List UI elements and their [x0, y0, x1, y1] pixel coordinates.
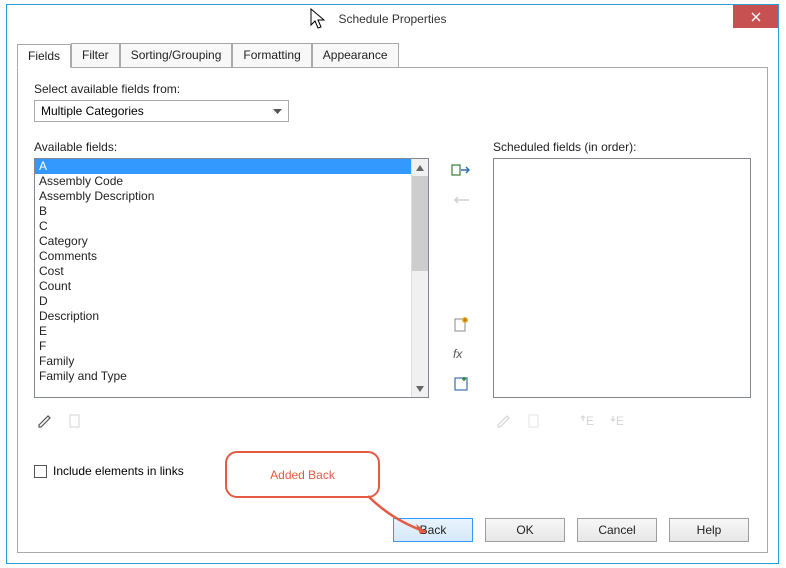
list-item[interactable]: Count	[35, 279, 411, 294]
select-from-label: Select available fields from:	[34, 82, 751, 96]
edit-scheduled-button[interactable]	[493, 410, 515, 432]
help-button[interactable]: Help	[669, 518, 749, 542]
tab-label: Fields	[28, 49, 60, 63]
tab-strip: Fields Filter Sorting/Grouping Formattin…	[17, 43, 768, 67]
back-button[interactable]: Back	[393, 518, 473, 542]
tab-label: Formatting	[243, 48, 300, 62]
tab-label: Filter	[82, 48, 109, 62]
delete-scheduled-button[interactable]	[523, 410, 545, 432]
list-item[interactable]: Assembly Code	[35, 174, 411, 189]
client-area: Fields Filter Sorting/Grouping Formattin…	[7, 33, 778, 563]
dropdown-value: Multiple Categories	[41, 104, 144, 118]
tab-label: Appearance	[323, 48, 388, 62]
move-up-icon: E	[578, 413, 594, 429]
button-label: Back	[420, 523, 447, 537]
available-under-icons	[34, 398, 429, 432]
edit-button[interactable]	[34, 410, 56, 432]
delete-button[interactable]	[64, 410, 86, 432]
new-parameter-button[interactable]	[449, 312, 473, 336]
button-label: OK	[516, 523, 533, 537]
list-item[interactable]: F	[35, 339, 411, 354]
tab-formatting[interactable]: Formatting	[232, 43, 311, 67]
scroll-down-button[interactable]	[412, 380, 428, 397]
svg-text:fx: fx	[453, 347, 463, 361]
dialog-buttons: Back OK Cancel Help	[393, 518, 749, 542]
list-item[interactable]: E	[35, 324, 411, 339]
list-item[interactable]: Description	[35, 309, 411, 324]
button-label: Cancel	[598, 523, 635, 537]
scroll-thumb[interactable]	[412, 176, 428, 271]
available-column: Available fields: AAssembly CodeAssembly…	[34, 140, 429, 542]
select-from-dropdown[interactable]: Multiple Categories	[34, 100, 289, 122]
ok-button[interactable]: OK	[485, 518, 565, 542]
move-down-button[interactable]: E	[605, 410, 627, 432]
dialog-window: Schedule Properties Fields Filter Sortin…	[6, 4, 779, 564]
cursor-icon	[310, 8, 328, 32]
list-item[interactable]: Family	[35, 354, 411, 369]
window-title: Schedule Properties	[338, 12, 446, 26]
include-links-checkbox[interactable]	[34, 465, 47, 478]
list-item[interactable]: Family and Type	[35, 369, 411, 384]
cancel-button[interactable]: Cancel	[577, 518, 657, 542]
new-parameter-icon	[453, 316, 469, 332]
close-icon	[751, 12, 761, 22]
scheduled-fields-listbox[interactable]	[493, 158, 751, 398]
move-down-icon: E	[608, 413, 624, 429]
combine-icon	[453, 376, 469, 392]
scheduled-fields-label: Scheduled fields (in order):	[493, 140, 751, 154]
combine-parameters-button[interactable]	[449, 372, 473, 396]
tab-filter[interactable]: Filter	[71, 43, 120, 67]
new-sheet-icon	[67, 413, 83, 429]
list-item[interactable]: Category	[35, 234, 411, 249]
scheduled-under-icons: E E	[493, 398, 751, 432]
available-fields-list[interactable]: AAssembly CodeAssembly DescriptionBCCate…	[35, 159, 411, 397]
arrow-add-icon	[451, 163, 471, 177]
columns: Available fields: AAssembly CodeAssembly…	[34, 140, 751, 542]
scheduled-column: Scheduled fields (in order):	[493, 140, 751, 542]
tab-sorting-grouping[interactable]: Sorting/Grouping	[120, 43, 233, 67]
pencil-icon	[37, 413, 53, 429]
chevron-down-icon	[273, 104, 282, 118]
button-label: Help	[697, 523, 722, 537]
tab-panel: Select available fields from: Multiple C…	[17, 67, 768, 553]
list-item[interactable]: C	[35, 219, 411, 234]
remove-field-button[interactable]	[449, 188, 473, 212]
scrollbar[interactable]	[411, 159, 428, 397]
svg-text:E: E	[616, 414, 624, 428]
tab-appearance[interactable]: Appearance	[312, 43, 399, 67]
new-sheet-icon	[526, 413, 542, 429]
available-fields-label: Available fields:	[34, 140, 429, 154]
tab-label: Sorting/Grouping	[131, 48, 222, 62]
svg-text:E: E	[586, 414, 594, 428]
fx-icon: fx	[453, 346, 469, 362]
calculated-value-button[interactable]: fx	[449, 342, 473, 366]
title-bar: Schedule Properties	[7, 5, 778, 33]
pencil-icon	[496, 413, 512, 429]
list-item[interactable]: D	[35, 294, 411, 309]
close-button[interactable]	[733, 5, 778, 28]
arrow-remove-icon	[451, 193, 471, 207]
list-item[interactable]: Assembly Description	[35, 189, 411, 204]
transfer-column: fx	[441, 140, 481, 542]
list-item[interactable]: Cost	[35, 264, 411, 279]
scroll-up-button[interactable]	[412, 159, 428, 176]
scroll-track[interactable]	[412, 176, 428, 380]
include-links-row: Include elements in links	[34, 464, 429, 478]
list-item[interactable]: A	[35, 159, 411, 174]
available-fields-listbox[interactable]: AAssembly CodeAssembly DescriptionBCCate…	[34, 158, 429, 398]
list-item[interactable]: B	[35, 204, 411, 219]
move-up-button[interactable]: E	[575, 410, 597, 432]
include-links-label: Include elements in links	[53, 464, 184, 478]
add-field-button[interactable]	[449, 158, 473, 182]
list-item[interactable]: Comments	[35, 249, 411, 264]
tab-fields[interactable]: Fields	[17, 44, 71, 68]
